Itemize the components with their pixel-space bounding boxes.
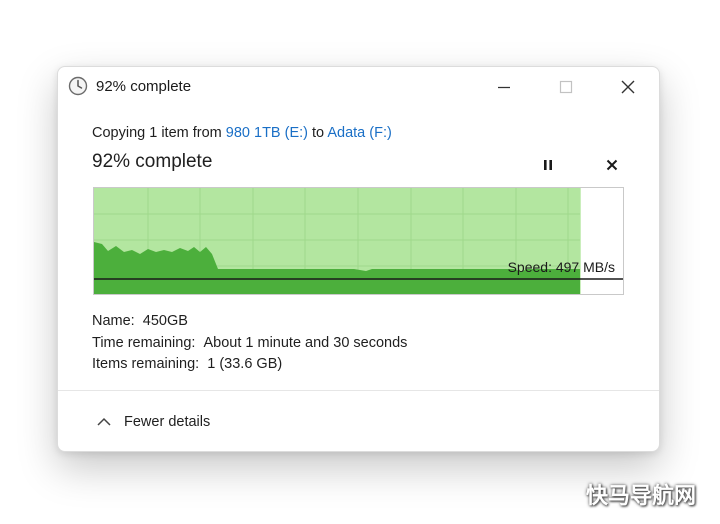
time-remaining-value: About 1 minute and 30 seconds [203,334,408,351]
speed-readout: Speed: 497 MB/s [507,259,615,275]
items-remaining-label: Items remaining: [92,356,200,372]
footer-divider [58,390,659,391]
window-title: 92% complete [96,78,192,95]
file-copy-dialog: 92% complete Copying 1 item from 980 1TB… [57,66,660,452]
copy-prefix-text: Copying 1 item from [92,125,226,141]
speed-graph-svg [94,188,623,294]
source-drive-link[interactable]: 980 1TB (E:) [226,125,308,141]
copy-middle-text: to [307,125,328,141]
name-value: 450GB [142,313,188,329]
time-remaining-row: Time remaining: About 1 minute and 30 se… [92,333,407,355]
minimize-icon [498,86,510,89]
clock-icon [68,76,88,96]
cancel-copy-button[interactable] [601,154,623,176]
pause-icon [544,160,552,170]
chevron-up-icon [97,417,111,426]
title-bar[interactable]: 92% complete [58,67,659,107]
name-label: Name: [92,313,135,329]
maximize-button[interactable] [546,71,586,103]
items-remaining-row: Items remaining: 1 (33.6 GB) [92,354,407,376]
fewer-details-toggle[interactable]: Fewer details [96,411,210,433]
fewer-details-label: Fewer details [124,414,211,430]
items-remaining-value: 1 (33.6 GB) [207,356,283,372]
copy-description: Copying 1 item from 980 1TB (E:) to Adat… [92,125,392,141]
watermark: 快马导航网 [585,484,696,509]
time-remaining-label: Time remaining: [92,334,196,351]
close-button[interactable] [608,71,648,103]
pause-button[interactable] [537,154,559,176]
minimize-button[interactable] [484,71,524,103]
transfer-speed-graph: Speed: 497 MB/s [93,187,624,295]
cancel-icon [606,159,618,171]
destination-drive-link[interactable]: Adata (F:) [327,125,391,141]
maximize-icon [559,80,573,94]
progress-heading: 92% complete [92,151,213,172]
name-row: Name: 450GB [92,311,407,333]
transfer-details: Name: 450GB Time remaining: About 1 minu… [92,311,407,376]
close-icon [621,80,635,94]
